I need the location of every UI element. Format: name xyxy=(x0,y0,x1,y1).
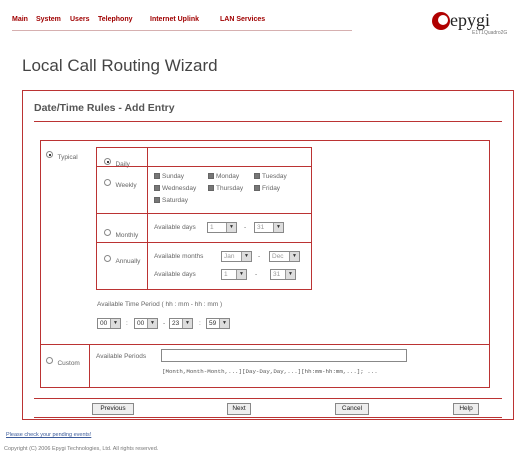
typical-label: Typical xyxy=(57,154,78,161)
day-sunday[interactable]: Sunday xyxy=(154,173,184,180)
month-from-select[interactable]: Jan ▼ xyxy=(221,251,252,262)
monthly-dash: - xyxy=(244,224,247,231)
time-colon-2: : xyxy=(199,320,201,327)
nav-system[interactable]: System xyxy=(36,16,61,23)
epygi-logo: epygi E1T1Quadro2G xyxy=(430,8,520,38)
time-period-label: Available Time Period ( hh : mm - hh : m… xyxy=(97,301,223,308)
chevron-down-icon: ▼ xyxy=(241,252,251,261)
page-title: Local Call Routing Wizard xyxy=(22,56,218,75)
annually-option[interactable]: Annually xyxy=(104,250,140,268)
day-wednesday[interactable]: Wednesday xyxy=(154,185,196,192)
checkbox-sunday[interactable] xyxy=(154,173,160,180)
weekly-option[interactable]: Weekly xyxy=(104,174,137,192)
chevron-down-icon: ▼ xyxy=(226,223,236,232)
nav-users[interactable]: Users xyxy=(70,16,89,23)
logo-swoosh-icon xyxy=(432,12,450,30)
top-nav: Main System Users Telephony Internet Upl… xyxy=(12,16,412,28)
chevron-down-icon: ▼ xyxy=(110,319,120,328)
copyright-text: Copyright (C) 2006 Epygi Technologies, L… xyxy=(4,446,159,452)
available-periods-label: Available Periods xyxy=(96,353,147,360)
monthly-label: Monthly xyxy=(115,232,139,239)
section-title: Date/Time Rules - Add Entry xyxy=(34,102,175,114)
custom-radio[interactable] xyxy=(46,357,53,365)
annual-day-from-select[interactable]: 1 ▼ xyxy=(221,269,247,280)
custom-option[interactable]: Custom xyxy=(46,352,80,370)
nav-main[interactable]: Main xyxy=(12,16,28,23)
checkbox-friday[interactable] xyxy=(254,185,260,192)
available-months-label: Available months xyxy=(154,253,204,260)
available-periods-input[interactable] xyxy=(161,349,407,362)
monthly-radio[interactable] xyxy=(104,229,111,237)
nav-internet-uplink[interactable]: Internet Uplink xyxy=(150,16,199,23)
start-minute-select[interactable]: 00 ▼ xyxy=(134,318,158,329)
logo-wordmark: epygi xyxy=(450,10,490,30)
annually-radio[interactable] xyxy=(104,255,111,263)
month-to-select[interactable]: Dec ▼ xyxy=(269,251,300,262)
time-colon-1: : xyxy=(126,320,128,327)
checkbox-wednesday[interactable] xyxy=(154,185,160,192)
device-model: E1T1Quadro2G xyxy=(472,30,508,36)
chevron-down-icon: ▼ xyxy=(219,319,229,328)
weekly-radio[interactable] xyxy=(104,179,111,187)
annual-days-dash: - xyxy=(255,271,258,278)
day-friday[interactable]: Friday xyxy=(254,185,280,192)
previous-button[interactable]: Previous xyxy=(92,403,134,415)
typical-option[interactable]: Typical xyxy=(46,146,78,164)
chevron-down-icon: ▼ xyxy=(236,270,246,279)
chevron-down-icon: ▼ xyxy=(285,270,295,279)
weekly-label: Weekly xyxy=(115,182,137,189)
nav-divider xyxy=(12,30,352,31)
periods-format-hint: [Month,Month-Month,...][Day-Day,Day,...]… xyxy=(162,368,378,375)
monthly-option[interactable]: Monthly xyxy=(104,224,138,242)
monthly-day-from-select[interactable]: 1 ▼ xyxy=(207,222,237,233)
daily-radio[interactable] xyxy=(104,158,111,166)
custom-label: Custom xyxy=(57,360,80,367)
monthly-day-to-select[interactable]: 31 ▼ xyxy=(254,222,284,233)
chevron-down-icon: ▼ xyxy=(147,319,157,328)
nav-telephony[interactable]: Telephony xyxy=(98,16,132,23)
typical-radio[interactable] xyxy=(46,151,53,159)
checkbox-thursday[interactable] xyxy=(208,185,214,192)
day-monday[interactable]: Monday xyxy=(208,173,239,180)
chevron-down-icon: ▼ xyxy=(273,223,283,232)
annual-day-to-select[interactable]: 31 ▼ xyxy=(270,269,296,280)
end-minute-select[interactable]: 59 ▼ xyxy=(206,318,230,329)
end-hour-select[interactable]: 23 ▼ xyxy=(169,318,193,329)
annual-available-days-label: Available days xyxy=(154,271,196,278)
monthly-available-days-label: Available days xyxy=(154,224,196,231)
help-button[interactable]: Help xyxy=(453,403,479,415)
start-hour-select[interactable]: 00 ▼ xyxy=(97,318,121,329)
checkbox-saturday[interactable] xyxy=(154,197,160,204)
day-saturday[interactable]: Saturday xyxy=(154,197,188,204)
next-button[interactable]: Next xyxy=(227,403,251,415)
cancel-button[interactable]: Cancel xyxy=(335,403,369,415)
nav-lan-services[interactable]: LAN Services xyxy=(220,16,265,23)
months-dash: - xyxy=(258,253,261,260)
checkbox-tuesday[interactable] xyxy=(254,173,260,180)
pending-events-link[interactable]: Please check your pending events! xyxy=(6,432,91,438)
time-dash: - xyxy=(163,320,166,327)
chevron-down-icon: ▼ xyxy=(182,319,192,328)
chevron-down-icon: ▼ xyxy=(289,252,299,261)
day-thursday[interactable]: Thursday xyxy=(208,185,243,192)
checkbox-monday[interactable] xyxy=(208,173,214,180)
day-tuesday[interactable]: Tuesday xyxy=(254,173,287,180)
annually-label: Annually xyxy=(115,258,141,265)
section-divider xyxy=(34,121,502,122)
